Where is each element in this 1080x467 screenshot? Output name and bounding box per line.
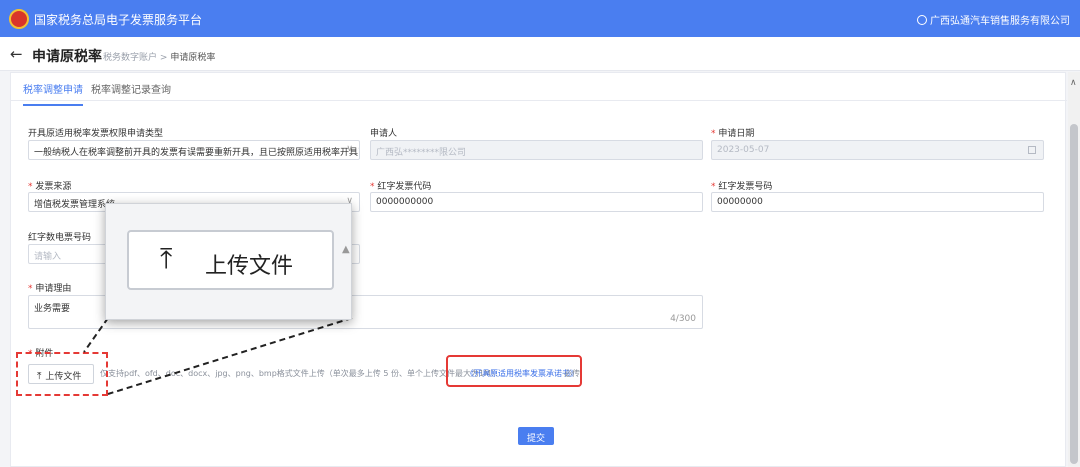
chevron-up-icon: ▲ — [342, 244, 350, 255]
zoomed-upload-button: ⤒ 上传文件 — [127, 230, 334, 290]
scrollbar-thumb[interactable] — [1070, 124, 1078, 464]
scrollbar[interactable]: ∧ — [1068, 72, 1080, 467]
upload-icon: ⤒ — [160, 242, 173, 275]
zoomed-upload-label: 上传文件 — [205, 254, 294, 279]
zoom-callout: ⤒ 上传文件 ▲ — [105, 203, 352, 320]
chevron-up-icon[interactable]: ∧ — [1070, 78, 1077, 88]
